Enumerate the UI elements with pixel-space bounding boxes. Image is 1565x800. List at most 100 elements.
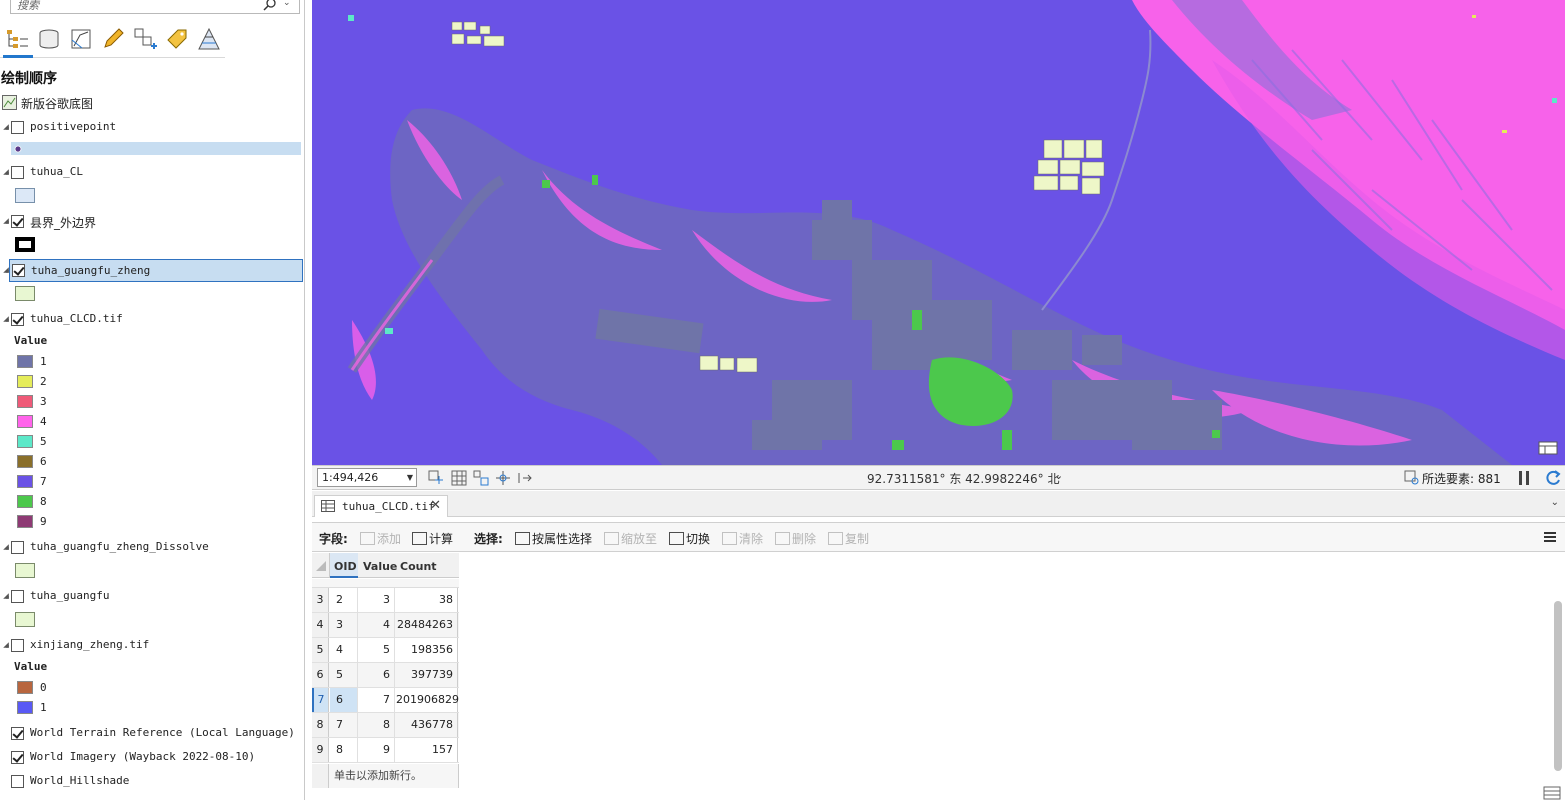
layer-visibility-checkbox[interactable] — [11, 775, 24, 788]
layer-label: World_Hillshade — [30, 774, 130, 787]
select-features-icon[interactable] — [1404, 470, 1420, 486]
layer-visibility-checkbox[interactable] — [11, 541, 24, 554]
switch-selection-button[interactable]: 切换 — [669, 530, 710, 547]
selection-label: 选择: — [474, 532, 503, 546]
expand-icon[interactable] — [3, 169, 9, 175]
search-icon[interactable] — [263, 0, 277, 12]
list-by-drawing-order-icon[interactable] — [4, 26, 30, 52]
list-by-source-icon[interactable] — [36, 26, 62, 52]
vertical-scrollbar[interactable] — [1553, 557, 1563, 787]
list-by-editing-icon[interactable] — [100, 26, 126, 52]
layer-visibility-checkbox[interactable] — [11, 727, 24, 740]
map-view[interactable] — [312, 0, 1565, 465]
expand-icon[interactable] — [3, 316, 9, 322]
scrollbar-thumb[interactable] — [1554, 601, 1562, 771]
layer-row-tuha-guangfu-zheng[interactable]: tuha_guangfu_zheng — [9, 259, 303, 282]
crosshair-icon[interactable] — [495, 470, 511, 486]
table-row[interactable]: 6 5 6 397739 — [312, 663, 459, 688]
copy-button[interactable]: 复制 — [828, 530, 869, 547]
grid-icon[interactable] — [451, 470, 467, 486]
contents-toolbar — [0, 22, 225, 58]
menu-icon[interactable] — [1543, 530, 1557, 544]
zoom-to-button[interactable]: 缩放至 — [604, 530, 657, 547]
list-by-selection-icon[interactable] — [68, 26, 94, 52]
chevron-down-icon[interactable]: ▼ — [407, 469, 413, 486]
layer-symbol[interactable] — [15, 286, 35, 301]
expand-icon[interactable] — [3, 124, 9, 130]
expand-icon[interactable] — [3, 267, 9, 273]
selected-features-count[interactable]: 所选要素: 881 — [1422, 470, 1501, 487]
clear-selection-button[interactable]: 清除 — [722, 530, 763, 547]
add-field-button[interactable]: 添加 — [360, 530, 401, 547]
layer-visibility-checkbox[interactable] — [11, 639, 24, 652]
pause-icon[interactable] — [1518, 470, 1530, 486]
layer-row-tuhua-clcd[interactable]: tuhua_CLCD.tif — [0, 310, 303, 330]
basemap-group[interactable]: 新版谷歌底图 — [0, 93, 303, 113]
layer-visibility-checkbox[interactable] — [11, 751, 24, 764]
expand-icon[interactable] — [3, 218, 9, 224]
expand-icon[interactable] — [3, 642, 9, 648]
layer-row-world-imagery[interactable]: World Imagery (Wayback 2022-08-10) — [0, 748, 303, 768]
select-by-attributes-button[interactable]: 按属性选择 — [515, 530, 592, 547]
column-header-oid[interactable]: OID — [334, 560, 357, 573]
fields-label: 字段: — [319, 532, 348, 546]
table-row[interactable] — [312, 579, 459, 588]
layer-visibility-checkbox[interactable] — [12, 264, 25, 277]
layer-symbol[interactable] — [15, 237, 35, 252]
search-box[interactable]: 搜索 ⌄ — [10, 0, 300, 14]
search-dropdown-icon[interactable]: ⌄ — [283, 0, 295, 10]
column-header-value[interactable]: Value — [363, 560, 397, 573]
layer-row-tuhua-cl[interactable]: tuhua_CL — [0, 163, 303, 183]
chevron-down-icon[interactable]: ⌄ — [1551, 497, 1559, 508]
snapping-icon[interactable] — [473, 470, 489, 486]
column-header-count[interactable]: Count — [400, 560, 437, 573]
layer-symbol[interactable] — [15, 563, 35, 578]
refresh-icon[interactable] — [1544, 469, 1562, 487]
delete-button[interactable]: 删除 — [775, 530, 816, 547]
layer-label: tuha_guangfu_zheng — [31, 264, 151, 277]
add-new-row-hint[interactable]: 单击以添加新行。 — [329, 764, 459, 788]
layer-row-county-boundary[interactable]: 县界_外边界 — [0, 212, 303, 232]
chevron-down-icon[interactable]: ⌄ — [1054, 469, 1063, 482]
layer-symbol[interactable] — [15, 188, 35, 203]
layer-row-positivepoint[interactable]: positivepoint — [0, 118, 303, 138]
table-row-current[interactable]: 7 6 7 201906829 — [312, 688, 459, 713]
scale-selector[interactable]: 1:494,426 ▼ — [317, 468, 417, 487]
list-by-labeling-icon[interactable] — [164, 26, 190, 52]
positivepoint-symbol-row[interactable] — [11, 142, 301, 155]
table-options-icon[interactable] — [1543, 786, 1561, 800]
layer-visibility-checkbox[interactable] — [11, 313, 24, 326]
basemap-icon — [2, 95, 17, 110]
drawing-order-heading: 绘制顺序 — [1, 71, 57, 87]
list-by-perspective-icon[interactable] — [196, 26, 222, 52]
close-icon[interactable]: ✕ — [430, 498, 441, 513]
layer-visibility-checkbox[interactable] — [11, 590, 24, 603]
layer-row-dissolve[interactable]: tuha_guangfu_zheng_Dissolve — [0, 538, 303, 558]
tab-attribute-table[interactable]: tuhua_CLCD.tif ✕ — [314, 495, 448, 517]
calculate-field-button[interactable]: 计算 — [412, 530, 453, 547]
select-all-icon[interactable] — [316, 561, 326, 571]
layer-visibility-checkbox[interactable] — [11, 215, 24, 228]
layer-row-world-hillshade[interactable]: World_Hillshade — [0, 772, 303, 792]
horizontal-scrollbar[interactable] — [314, 790, 1544, 800]
list-by-snapping-icon[interactable] — [132, 26, 158, 52]
table-row[interactable]: 8 7 8 436778 — [312, 713, 459, 738]
expand-icon[interactable] — [3, 544, 9, 550]
layer-row-world-terrain-reference[interactable]: World Terrain Reference (Local Language) — [0, 724, 303, 744]
layer-row-tuha-guangfu[interactable]: tuha_guangfu — [0, 587, 303, 607]
navigation-icon[interactable] — [517, 470, 533, 486]
layer-row-xinjiang-zheng[interactable]: xinjiang_zheng.tif — [0, 636, 303, 656]
fixed-zoom-in-icon[interactable] — [428, 470, 444, 486]
table-row[interactable]: 9 8 9 157 — [312, 738, 459, 763]
layer-symbol[interactable] — [15, 612, 35, 627]
expand-icon[interactable] — [3, 593, 9, 599]
map-overview-icon[interactable] — [1538, 440, 1558, 456]
layer-visibility-checkbox[interactable] — [11, 166, 24, 179]
layer-visibility-checkbox[interactable] — [11, 121, 24, 134]
switch-selection-icon — [669, 532, 684, 545]
map-status-bar: 1:494,426 ▼ 92.7311581° 东 42.9982246° 北 … — [312, 465, 1565, 490]
table-row[interactable]: 5 4 5 198356 — [312, 638, 459, 663]
table-row[interactable]: 3 2 3 38 — [312, 588, 459, 613]
table-row[interactable]: 4 3 4 28484263 — [312, 613, 459, 638]
contents-pane: 搜索 ⌄ 绘制顺序 新版谷歌底图 positivepoint tuhua_CL … — [0, 0, 305, 800]
